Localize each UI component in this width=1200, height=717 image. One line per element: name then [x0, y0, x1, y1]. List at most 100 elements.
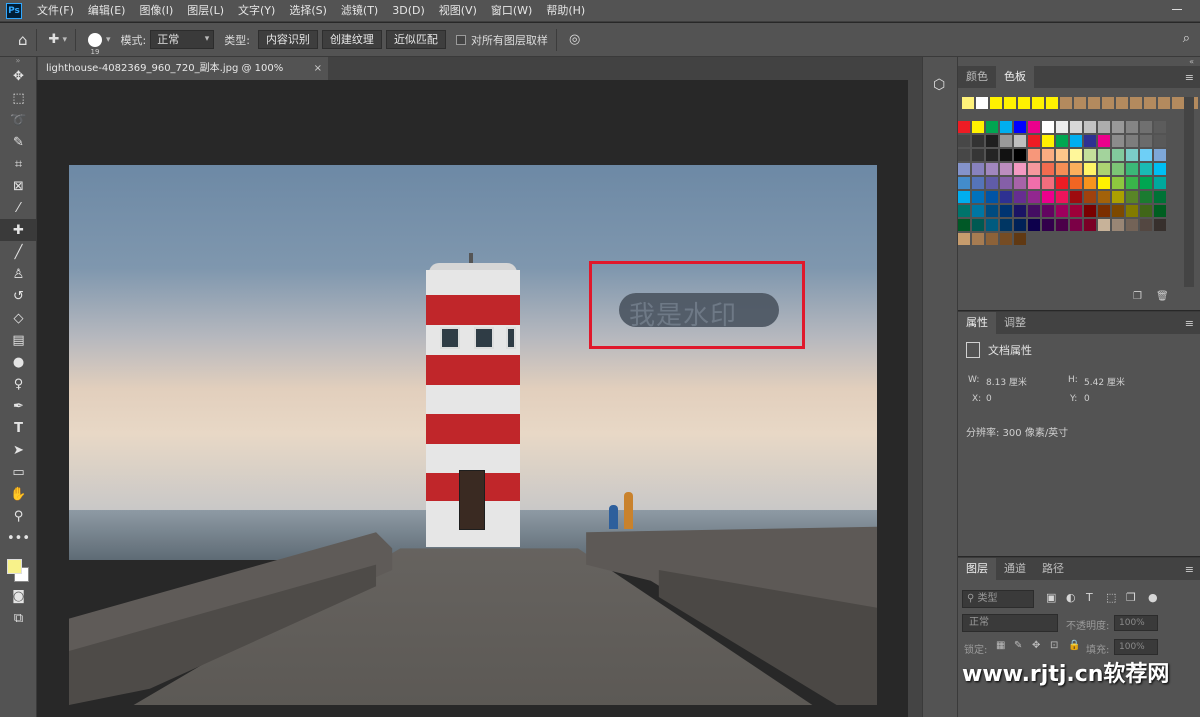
swatch[interactable] [1070, 149, 1082, 161]
swatch[interactable] [1028, 177, 1040, 189]
swatch[interactable] [1126, 163, 1138, 175]
swatch[interactable] [1112, 219, 1124, 231]
swatch[interactable] [1154, 191, 1166, 203]
swatch[interactable] [1014, 163, 1026, 175]
swatch[interactable] [1028, 205, 1040, 217]
swatch[interactable] [1000, 149, 1012, 161]
swatch[interactable] [958, 219, 970, 231]
swatch[interactable] [1098, 219, 1110, 231]
swatch[interactable] [1000, 219, 1012, 231]
swatch[interactable] [1154, 219, 1166, 231]
swatch[interactable] [1014, 177, 1026, 189]
swatch[interactable] [958, 233, 970, 245]
panel-menu-icon[interactable]: ≡ [1185, 317, 1194, 330]
proximity-match-button[interactable]: 近似匹配 [385, 30, 446, 49]
swatch[interactable] [1098, 177, 1110, 189]
home-icon[interactable]: ⌂ [18, 31, 28, 49]
chevron-down-icon[interactable]: ▾ [106, 35, 111, 45]
color-swatches[interactable] [0, 549, 37, 585]
swatch[interactable] [1028, 191, 1040, 203]
swatch[interactable] [1014, 135, 1026, 147]
swatch[interactable] [1154, 177, 1166, 189]
height-value[interactable]: 5.42 厘米 [1084, 375, 1125, 388]
recent-swatch[interactable] [1004, 97, 1016, 109]
swatch[interactable] [1084, 205, 1096, 217]
swatch[interactable] [986, 121, 998, 133]
swatch[interactable] [1056, 163, 1068, 175]
layer-filter-select[interactable]: ⚲ 类型 [962, 590, 1034, 608]
blur-icon[interactable]: ● [0, 351, 37, 373]
zoom-icon[interactable]: ⚲ [0, 505, 37, 527]
more-icon[interactable]: ••• [0, 527, 37, 549]
lock-transparent-icon[interactable]: ▦ [996, 640, 1005, 651]
swatch[interactable] [1098, 163, 1110, 175]
opacity-field[interactable]: 100% [1114, 615, 1158, 631]
swatch[interactable] [958, 177, 970, 189]
frame-icon[interactable]: ⊠ [0, 175, 37, 197]
lock-all-icon[interactable]: 🔒 [1068, 640, 1080, 651]
swatch[interactable] [972, 163, 984, 175]
swatch[interactable] [1126, 191, 1138, 203]
minimize-icon[interactable] [1172, 9, 1182, 10]
foreground-color-swatch[interactable] [7, 559, 22, 574]
swatch[interactable] [986, 135, 998, 147]
swatch[interactable] [1084, 135, 1096, 147]
recent-swatch[interactable] [1032, 97, 1044, 109]
recent-swatch[interactable] [1158, 97, 1170, 109]
swatch[interactable] [1140, 149, 1152, 161]
swatch[interactable] [972, 233, 984, 245]
x-value[interactable]: 0 [986, 394, 992, 404]
recent-swatch[interactable] [1144, 97, 1156, 109]
tab-layers[interactable]: 图层 [958, 558, 996, 580]
spot-healing-icon[interactable]: ✚ [0, 219, 37, 241]
menu-file[interactable]: 文件(F) [30, 0, 81, 22]
recent-swatch[interactable] [1046, 97, 1058, 109]
swatch[interactable] [958, 135, 970, 147]
lock-pixels-icon[interactable]: ✎ [1014, 640, 1022, 651]
eyedropper-icon[interactable]: ⁄ [0, 197, 37, 219]
swatch[interactable] [1014, 191, 1026, 203]
swatch[interactable] [1112, 149, 1124, 161]
search-icon[interactable]: ⌕ [1183, 31, 1190, 46]
swatch[interactable] [1126, 219, 1138, 231]
swatch[interactable] [1056, 191, 1068, 203]
swatch[interactable] [1042, 205, 1054, 217]
gradient-icon[interactable]: ▤ [0, 329, 37, 351]
swatch[interactable] [1098, 191, 1110, 203]
pressure-size-icon[interactable]: ◎ [569, 32, 580, 47]
swatch[interactable] [1042, 135, 1054, 147]
crop-icon[interactable]: ⌗ [0, 153, 37, 175]
recent-swatch[interactable] [1088, 97, 1100, 109]
tab-adjustments[interactable]: 调整 [996, 312, 1034, 334]
swatch[interactable] [986, 177, 998, 189]
swatch[interactable] [1098, 121, 1110, 133]
swatch[interactable] [1014, 219, 1026, 231]
menu-edit[interactable]: 编辑(E) [81, 0, 133, 22]
chevron-down-icon[interactable]: ▾ [62, 35, 67, 45]
swatch[interactable] [958, 121, 970, 133]
swatch[interactable] [972, 219, 984, 231]
panel-menu-icon[interactable]: ≡ [1185, 563, 1194, 576]
swatch[interactable] [1070, 135, 1082, 147]
menu-window[interactable]: 窗口(W) [484, 0, 539, 22]
swatch[interactable] [1028, 163, 1040, 175]
swatch[interactable] [986, 205, 998, 217]
swatch[interactable] [1000, 191, 1012, 203]
swatch[interactable] [972, 149, 984, 161]
close-icon[interactable]: × [314, 57, 322, 80]
swatch[interactable] [1112, 135, 1124, 147]
swatch[interactable] [1098, 205, 1110, 217]
swatch[interactable] [1000, 205, 1012, 217]
sample-all-layers-checkbox[interactable] [455, 34, 466, 45]
swatch[interactable] [1056, 219, 1068, 231]
swatch[interactable] [958, 149, 970, 161]
pixel-filter-icon[interactable]: ▣ [1046, 591, 1056, 604]
swatch[interactable] [958, 191, 970, 203]
screen-mode-icon[interactable]: ⧉ [0, 607, 37, 629]
swatch[interactable] [1000, 163, 1012, 175]
mode-select[interactable]: 正常 [150, 30, 215, 49]
y-value[interactable]: 0 [1084, 394, 1090, 404]
document-tab[interactable]: lighthouse-4082369_960_720_副本.jpg @ 100%… [38, 57, 328, 97]
eraser-icon[interactable]: ◇ [0, 307, 37, 329]
swatch[interactable] [1154, 163, 1166, 175]
